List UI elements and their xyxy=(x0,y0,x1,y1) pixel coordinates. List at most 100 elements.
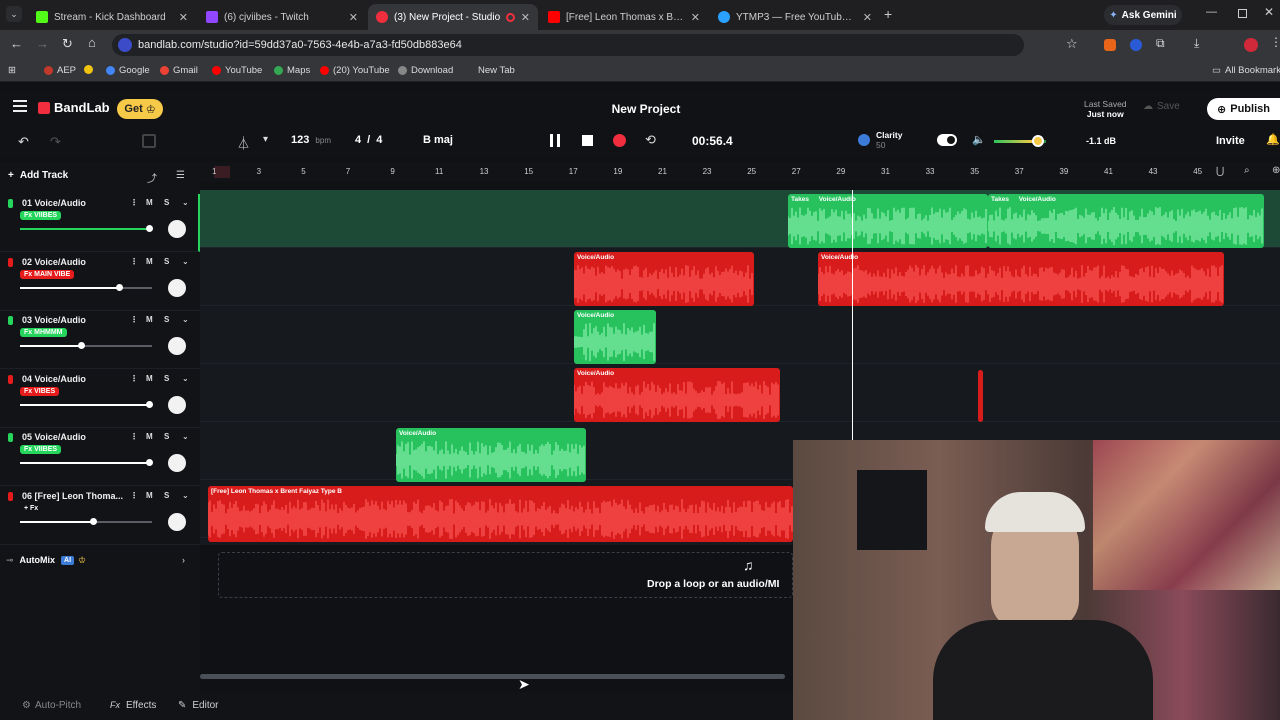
key-selector[interactable]: B maj xyxy=(423,134,453,146)
new-tab-icon[interactable]: + xyxy=(884,6,892,22)
pan-knob[interactable] xyxy=(168,337,186,355)
track-volume-knob[interactable] xyxy=(146,459,154,466)
track-header[interactable]: 02 Voice/Audio Fx MAIN VIBE ⋮ M S ⌄ xyxy=(0,253,200,311)
track-fx-badge[interactable]: Fx VIBES xyxy=(20,386,60,396)
clip-takes-2[interactable]: Takes Voice/Audio xyxy=(988,194,1264,248)
chevron-down-icon[interactable]: ⌄ xyxy=(182,432,189,441)
clip-track05[interactable]: Voice/Audio xyxy=(396,428,586,482)
close-icon[interactable]: ✕ xyxy=(349,11,358,24)
bookmark-google[interactable]: Google xyxy=(106,65,150,76)
bookmark-new-tab[interactable]: New Tab xyxy=(478,65,515,76)
add-track-button[interactable]: + Add Track xyxy=(8,170,68,181)
address-bar[interactable]: bandlab.com/studio?id=59dd37a0-7563-4e4b… xyxy=(112,34,1024,56)
solo-button[interactable]: S xyxy=(164,198,169,207)
undo-icon[interactable]: ↶ xyxy=(18,134,29,150)
chevron-down-icon[interactable]: ⌄ xyxy=(182,257,189,266)
download-icon[interactable]: ⤓ xyxy=(1194,36,1199,51)
bookmark-mcdonalds[interactable] xyxy=(84,65,93,74)
speaker-icon[interactable]: 🔈 xyxy=(972,133,986,146)
track-volume-slider[interactable] xyxy=(20,225,154,232)
solo-button[interactable]: S xyxy=(164,374,169,383)
site-info-icon[interactable] xyxy=(118,38,132,52)
track-volume-knob[interactable] xyxy=(146,225,154,232)
publish-button[interactable]: ⊕ Publish xyxy=(1207,98,1280,120)
solo-button[interactable]: S xyxy=(164,257,169,266)
browser-tab-twitch[interactable]: (6) cjviibes - Twitch ✕ xyxy=(198,4,366,30)
track-fx-badge[interactable]: Fx MAIN VIBE xyxy=(20,269,75,279)
mute-button[interactable]: M xyxy=(146,432,153,441)
track-volume-knob[interactable] xyxy=(116,283,123,291)
track-name[interactable]: 04 Voice/Audio xyxy=(22,374,86,384)
solo-button[interactable]: S xyxy=(164,432,169,441)
clip-takes-1[interactable]: Takes Voice/Audio xyxy=(788,194,988,248)
pan-knob[interactable] xyxy=(168,454,186,472)
clip-beat[interactable]: [Free] Leon Thomas x Brent Faiyaz Type B xyxy=(208,486,793,542)
invite-button[interactable]: Invite xyxy=(1216,135,1245,147)
track-volume-slider[interactable] xyxy=(20,459,154,466)
window-close-icon[interactable]: ✕ xyxy=(1264,5,1274,19)
track-name[interactable]: 03 Voice/Audio xyxy=(22,315,86,325)
playhead[interactable] xyxy=(852,190,853,440)
track-menu-icon[interactable]: ⋮ xyxy=(130,198,138,207)
horizontal-scrollbar[interactable] xyxy=(200,674,785,679)
track-menu-icon[interactable]: ⋮ xyxy=(130,432,138,441)
pause-button[interactable] xyxy=(550,134,560,147)
redo-icon[interactable]: ↷ xyxy=(50,134,61,150)
track-menu-icon[interactable]: ⋮ xyxy=(130,315,138,324)
track-menu-icon[interactable]: ⋮ xyxy=(130,257,138,266)
zoom-icon[interactable]: ⌕ xyxy=(1244,165,1250,176)
editor-button[interactable]: ✎ Editor xyxy=(178,700,219,711)
track-header[interactable]: 04 Voice/Audio Fx VIBES ⋮ M S ⌄ xyxy=(0,370,200,428)
master-volume-knob[interactable] xyxy=(1032,135,1044,147)
track-fx-badge[interactable]: + Fx xyxy=(20,504,42,513)
clip-track04-b[interactable] xyxy=(978,370,983,422)
close-icon[interactable]: ✕ xyxy=(179,11,188,24)
solo-button[interactable]: S xyxy=(164,491,169,500)
master-volume-slider[interactable] xyxy=(994,135,1046,147)
pan-knob[interactable] xyxy=(168,395,186,414)
chevron-down-icon[interactable]: ⌄ xyxy=(182,491,189,500)
scroll-thumb[interactable] xyxy=(200,674,785,679)
bookmark-gmail[interactable]: Gmail xyxy=(160,65,198,76)
clip-track04[interactable]: Voice/Audio xyxy=(574,368,780,422)
clip-track03[interactable]: Voice/Audio xyxy=(574,310,656,364)
snap-icon[interactable]: ⋃ xyxy=(1216,166,1224,177)
mute-button[interactable]: M xyxy=(146,374,153,383)
profile-avatar[interactable] xyxy=(1244,38,1258,52)
bookmark-download[interactable]: Download xyxy=(398,65,453,76)
zoom-in-icon[interactable]: ⊕ xyxy=(1272,165,1280,176)
track-fx-badge[interactable]: Fx VIIBES xyxy=(20,445,62,454)
automation-icon[interactable]: ⤴ xyxy=(147,170,157,185)
track-menu-icon[interactable]: ⋮ xyxy=(130,491,138,500)
track-header[interactable]: 01 Voice/Audio Fx VIIBES ⋮ M S ⌄ xyxy=(0,194,200,252)
drop-zone[interactable]: ♫ Drop a loop or an audio/MI xyxy=(218,552,793,598)
effects-button[interactable]: Fx Effects xyxy=(110,700,156,711)
chevron-down-icon[interactable]: ⌄ xyxy=(182,374,189,383)
timeline-ruler[interactable]: 1 3 5 7 9 11 13 15 17 19 21 23 25 27 29 31 33 35 37 39 41 43 4… xyxy=(200,162,1280,182)
mute-button[interactable]: M xyxy=(146,491,153,500)
track-header[interactable]: 06 [Free] Leon Thoma... + Fx ⋮ M S ⌄ xyxy=(0,487,200,545)
chevron-right-icon[interactable]: › xyxy=(182,555,185,565)
minimize-icon[interactable]: — xyxy=(1206,6,1217,18)
all-bookmarks[interactable]: ▭ All Bookmarks xyxy=(1212,65,1280,76)
apps-icon[interactable]: ⊞ xyxy=(8,65,16,76)
lane-03[interactable] xyxy=(200,306,1280,364)
solo-button[interactable]: S xyxy=(164,315,169,324)
track-header[interactable]: 05 Voice/Audio Fx VIIBES ⋮ M S ⌄ xyxy=(0,428,200,486)
close-icon[interactable]: ✕ xyxy=(863,11,872,24)
track-header[interactable]: 03 Voice/Audio Fx MHMMM ⋮ M S ⌄ xyxy=(0,311,200,369)
save-button[interactable]: ☁ Save xyxy=(1143,101,1180,112)
home-icon[interactable]: ⌂ xyxy=(88,35,96,50)
browser-tab-kick[interactable]: Stream - Kick Dashboard ✕ xyxy=(28,4,196,30)
mute-button[interactable]: M xyxy=(146,198,153,207)
ask-gemini-button[interactable]: ✦ Ask Gemini xyxy=(1104,5,1182,25)
mixer-icon[interactable] xyxy=(142,134,156,148)
track-volume-knob[interactable] xyxy=(89,517,97,525)
chevron-down-icon[interactable]: ⌄ xyxy=(182,315,189,324)
tab-search-icon[interactable]: ⌄ xyxy=(6,6,22,22)
close-icon[interactable]: ✕ xyxy=(521,11,530,24)
metronome-icon[interactable]: ⏃ xyxy=(237,133,250,152)
star-icon[interactable]: ☆ xyxy=(1066,36,1078,52)
bookmark-youtube-20[interactable]: (20) YouTube xyxy=(320,65,390,76)
browser-tab-youtube[interactable]: [Free] Leon Thomas x Brent Fa... ✕ xyxy=(540,4,708,30)
